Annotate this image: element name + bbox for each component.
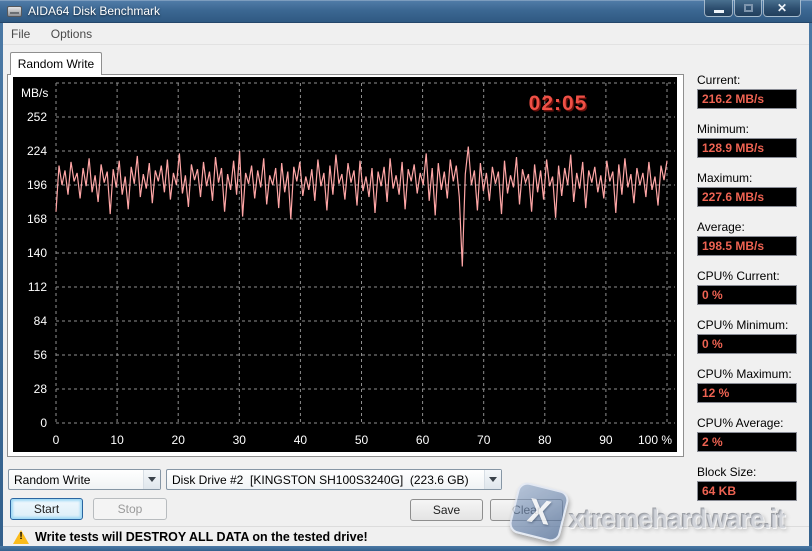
chart-svg: 0 28 56 84 112 140 168 196 224 252 MB/s 0 10 20 30 40 50… [21,82,675,447]
y-tick-label: 252 [27,110,47,124]
aida64-disk-benchmark-window: AIDA64 Disk Benchmark ✕ File Options Ran… [0,0,812,551]
x-tick-label: 0 [53,433,60,447]
stat-value-box: 0 % [697,334,797,354]
y-axis-units-label: MB/s [21,86,48,100]
stat-value-box: 2 % [697,432,797,452]
stat-group: CPU% Average: 2 % [697,416,797,452]
start-button[interactable]: Start [10,498,83,520]
x-tick-label: 80 [538,433,552,447]
x-tick-label: 30 [233,433,247,447]
y-tick-label: 168 [27,212,47,226]
stat-label: Current: [697,73,741,87]
y-tick-label: 0 [40,416,47,430]
x-tick-label: 40 [294,433,308,447]
stat-group: CPU% Minimum: 0 % [697,318,797,354]
stat-group: CPU% Maximum: 12 % [697,367,797,403]
maximize-button[interactable] [734,0,762,17]
window-title: AIDA64 Disk Benchmark [28,4,161,18]
stat-label: CPU% Minimum: [697,318,789,332]
minimize-button[interactable] [704,0,733,17]
dropdown-arrow-button[interactable] [143,470,160,489]
titlebar: AIDA64 Disk Benchmark ✕ [0,0,812,23]
drive-value: Disk Drive #2 [KINGSTON SH100S3240G] (22… [172,472,469,487]
test-type-dropdown[interactable]: Random Write [8,469,161,490]
stats-panel: Current: 216.2 MB/s Minimum: 128.9 MB/s Maxi… [697,73,797,514]
maximize-icon [743,4,753,12]
x-tick-label: 70 [477,433,491,447]
tab-random-write[interactable]: Random Write [10,52,102,75]
x-tick-label: 60 [416,433,430,447]
stat-value-box: 0 % [697,285,797,305]
stat-value-box: 198.5 MB/s [697,236,797,256]
stat-value-box: 227.6 MB/s [697,187,797,207]
stat-label: CPU% Average: [697,416,784,430]
stat-value-box: 128.9 MB/s [697,138,797,158]
close-icon: ✕ [776,0,788,15]
y-tick-label: 112 [28,280,47,294]
stat-group: Average: 198.5 MB/s [697,220,797,256]
close-button[interactable]: ✕ [763,0,801,17]
x-tick-label: 100 % [638,433,672,447]
menu-options[interactable]: Options [43,23,100,45]
y-tick-label: 56 [34,348,48,362]
window-frame-left [0,0,3,551]
y-tick-label: 28 [34,382,48,396]
stat-group: Maximum: 227.6 MB/s [697,171,797,207]
clear-button[interactable]: Clear [490,499,563,521]
stat-label: Average: [697,220,745,234]
x-tick-label: 10 [110,433,124,447]
y-tick-label: 140 [27,246,47,260]
stat-label: Block Size: [697,465,757,479]
stat-group: Minimum: 128.9 MB/s [697,122,797,158]
menu-file[interactable]: File [3,23,38,45]
stat-group: CPU% Current: 0 % [697,269,797,305]
stat-value-box: 12 % [697,383,797,403]
elapsed-time: 02:05 [529,92,588,115]
stop-button[interactable]: Stop [93,498,167,520]
benchmark-chart: 0 28 56 84 112 140 168 196 224 252 MB/s 0 10 20 30 40 50… [13,77,677,452]
minimize-icon [713,9,724,13]
save-button[interactable]: Save [410,499,483,521]
stat-label: Minimum: [697,122,750,136]
stat-label: CPU% Current: [697,269,780,283]
benchmark-line-series [55,146,668,267]
app-disk-icon [7,6,22,17]
stat-value-box: 216.2 MB/s [697,89,797,109]
x-tick-label: 90 [599,433,613,447]
stat-group: Block Size: 64 KB [697,465,797,501]
x-tick-label: 50 [355,433,369,447]
status-warning-text: Write tests will DESTROY ALL DATA on the… [35,530,368,544]
chevron-down-icon [489,477,497,482]
y-tick-label: 196 [27,178,47,192]
y-tick-label: 224 [27,144,47,158]
dropdown-arrow-button[interactable] [484,470,501,489]
stat-label: Maximum: [697,171,753,185]
drive-dropdown[interactable]: Disk Drive #2 [KINGSTON SH100S3240G] (22… [166,469,502,490]
stat-group: Current: 216.2 MB/s [697,73,797,109]
chevron-down-icon [148,477,156,482]
y-tick-label: 84 [34,314,48,328]
test-type-value: Random Write [14,472,91,487]
stat-label: CPU% Maximum: [697,367,792,381]
menu-bar: File Options [3,23,809,45]
warning-icon-exclamation: ! [19,531,23,542]
status-bar: ! Write tests will DESTROY ALL DATA on t… [3,526,809,546]
x-tick-label: 20 [172,433,186,447]
stat-value-box: 64 KB [697,481,797,501]
